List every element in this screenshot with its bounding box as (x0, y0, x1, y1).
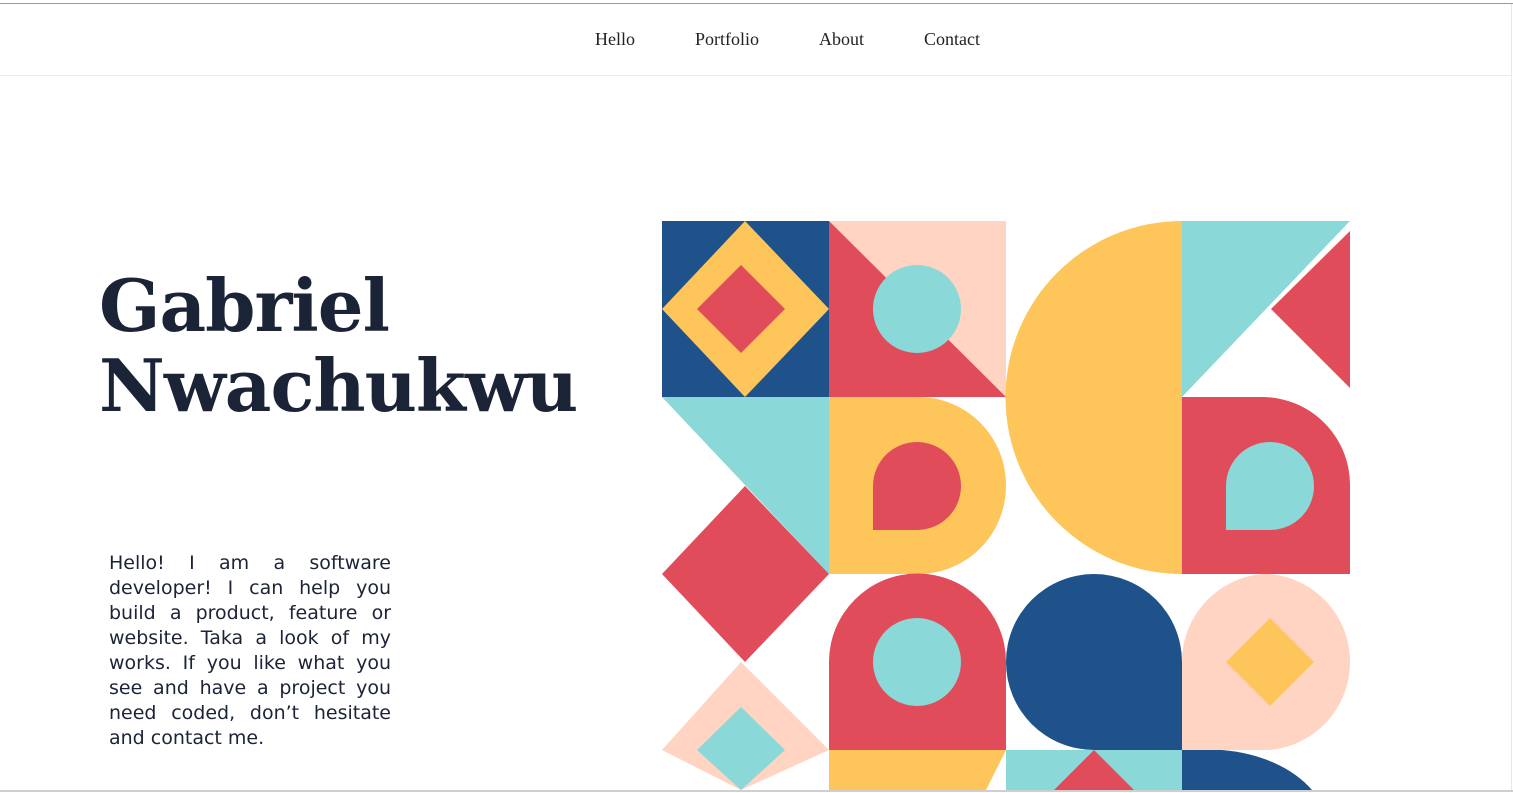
tile-yellow-strip (829, 750, 1006, 790)
tile-red-drop (873, 442, 961, 530)
nav-link-hello[interactable]: Hello (595, 29, 635, 50)
geometric-artwork (662, 221, 1350, 790)
nav-link-about[interactable]: About (819, 29, 864, 50)
tile-aqua-drop (1226, 442, 1314, 530)
hero-last-name: Nwachukwu (99, 343, 578, 428)
hero-intro-text: Hello! I am a software developer! I can … (109, 552, 391, 749)
tile-yellow-half-circle (1005, 221, 1182, 574)
hero-first-name: Gabriel (99, 263, 390, 348)
nav-link-portfolio[interactable]: Portfolio (695, 29, 759, 50)
top-navigation: Hello Portfolio About Contact (0, 4, 1511, 76)
tile-aqua-circle-lower (873, 618, 961, 706)
page-right-edge (1511, 4, 1512, 790)
tile-navy-curve (1182, 750, 1312, 790)
tile-aqua-circle (873, 265, 961, 353)
geometric-pattern (662, 221, 1350, 790)
hero-name: Gabriel Nwachukwu (99, 263, 578, 428)
nav-link-contact[interactable]: Contact (924, 29, 980, 50)
tile-navy-drop (1006, 574, 1182, 750)
bottom-border (0, 790, 1513, 792)
